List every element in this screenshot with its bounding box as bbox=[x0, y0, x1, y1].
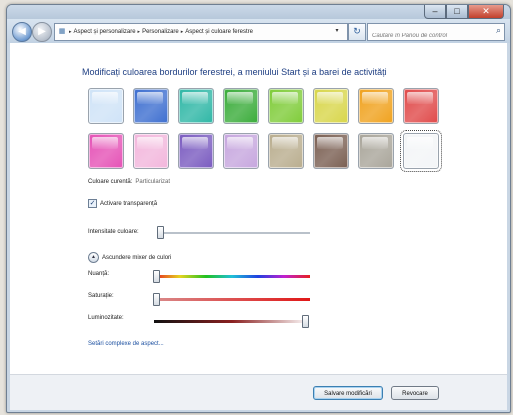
brightness-slider-track[interactable] bbox=[154, 320, 310, 323]
hue-label: Nuanță: bbox=[88, 271, 110, 277]
brightness-slider-thumb[interactable] bbox=[302, 315, 310, 328]
minimize-button[interactable]: – bbox=[424, 5, 446, 19]
address-bar[interactable]: ▦ ▸ Aspect și personalizare ▸ Personalizare ▸… bbox=[54, 23, 348, 41]
saturation-label: Saturație: bbox=[88, 293, 114, 299]
color-swatch-sea[interactable] bbox=[178, 88, 214, 124]
advanced-appearance-link[interactable]: Setări complexe de aspect... bbox=[88, 341, 164, 347]
intensity-label: Intensitate culoare: bbox=[88, 229, 139, 235]
hue-row: Nuanță: bbox=[88, 271, 109, 277]
hue-slider-track[interactable] bbox=[154, 275, 310, 278]
current-color-label: Culoare curentă: bbox=[88, 179, 133, 185]
chevron-right-icon: ▸ bbox=[137, 29, 141, 35]
caption-buttons: – □ ✕ bbox=[424, 5, 504, 19]
control-panel-icon: ▦ bbox=[58, 28, 66, 35]
refresh-button[interactable]: ↻ bbox=[348, 23, 366, 41]
transparency-label: Activare transparență bbox=[100, 200, 158, 207]
page-title: Modificați culoarea bordurilor ferestrei… bbox=[82, 67, 387, 77]
title-bar: – □ ✕ bbox=[7, 5, 510, 19]
breadcrumb-personalization[interactable]: Personalizare bbox=[142, 29, 179, 35]
color-swatch-leaf[interactable] bbox=[223, 88, 259, 124]
breadcrumb-appearance[interactable]: Aspect și personalizare bbox=[74, 29, 136, 35]
address-dropdown-icon[interactable]: ▾ bbox=[329, 23, 345, 39]
color-swatch-pumpkin[interactable] bbox=[358, 88, 394, 124]
main-content: Modificați culoarea bordurilor ferestrei… bbox=[10, 43, 507, 374]
brightness-row: Luminozitate: bbox=[88, 315, 124, 321]
color-swatch-slate[interactable] bbox=[358, 133, 394, 169]
color-swatch-lime[interactable] bbox=[268, 88, 304, 124]
color-swatch-blush[interactable] bbox=[133, 133, 169, 169]
chevron-right-icon: ▸ bbox=[69, 29, 72, 35]
current-color-value: Particularizat bbox=[135, 179, 171, 185]
color-swatch-lemon[interactable] bbox=[313, 88, 349, 124]
intensity-slider-thumb[interactable] bbox=[157, 226, 165, 239]
back-button[interactable]: ◀ bbox=[12, 22, 32, 42]
save-changes-button[interactable]: Salvare modificări bbox=[313, 386, 383, 400]
transparency-checkbox[interactable]: ✓ bbox=[88, 199, 97, 208]
saturation-slider-thumb[interactable] bbox=[152, 293, 160, 306]
color-swatch-chocolate[interactable] bbox=[313, 133, 349, 169]
saturation-row: Saturație: bbox=[88, 293, 114, 299]
current-color: Culoare curentă: Particularizat bbox=[88, 179, 170, 185]
saturation-slider-track[interactable] bbox=[154, 298, 310, 301]
close-button[interactable]: ✕ bbox=[468, 5, 504, 19]
color-mixer-label: Ascundere mixer de culori bbox=[102, 254, 172, 261]
color-swatch-fuchsia[interactable] bbox=[88, 133, 124, 169]
search-box: ⌕ bbox=[367, 23, 505, 43]
color-swatch-lavender[interactable] bbox=[223, 133, 259, 169]
command-bar: Salvare modificări Revocare bbox=[10, 374, 507, 410]
intensity-row: Intensitate culoare: bbox=[88, 229, 139, 235]
cancel-button[interactable]: Revocare bbox=[391, 386, 439, 400]
search-icon[interactable]: ⌕ bbox=[496, 25, 501, 36]
forward-button[interactable]: ▶ bbox=[32, 22, 52, 42]
color-mixer-toggle[interactable]: ▲ Ascundere mixer de culori bbox=[88, 252, 171, 263]
breadcrumb-window-color[interactable]: Aspect și culoare ferestre bbox=[185, 29, 253, 35]
search-input[interactable] bbox=[368, 28, 488, 43]
color-swatch-frost[interactable] bbox=[400, 130, 442, 172]
navigation-bar: ◀ ▶ ▦ ▸ Aspect și personalizare ▸ Personaliz… bbox=[7, 19, 510, 43]
transparency-option[interactable]: ✓ Activare transparență bbox=[88, 199, 157, 208]
chevron-right-icon: ▸ bbox=[180, 29, 184, 35]
color-swatch-twilight[interactable] bbox=[133, 88, 169, 124]
color-swatch-violet[interactable] bbox=[178, 133, 214, 169]
color-swatch-ruby[interactable] bbox=[403, 88, 439, 124]
color-swatch-sky[interactable] bbox=[88, 88, 124, 124]
chevron-up-icon[interactable]: ▲ bbox=[88, 252, 99, 263]
maximize-button[interactable]: □ bbox=[446, 5, 468, 19]
brightness-label: Luminozitate: bbox=[88, 315, 124, 321]
intensity-slider-track[interactable] bbox=[157, 232, 310, 234]
hue-slider-thumb[interactable] bbox=[152, 270, 160, 283]
control-panel-window: – □ ✕ ◀ ▶ ▦ ▸ Aspect și personalizare ▸ Pers… bbox=[6, 4, 511, 413]
color-swatch-taupe[interactable] bbox=[268, 133, 304, 169]
